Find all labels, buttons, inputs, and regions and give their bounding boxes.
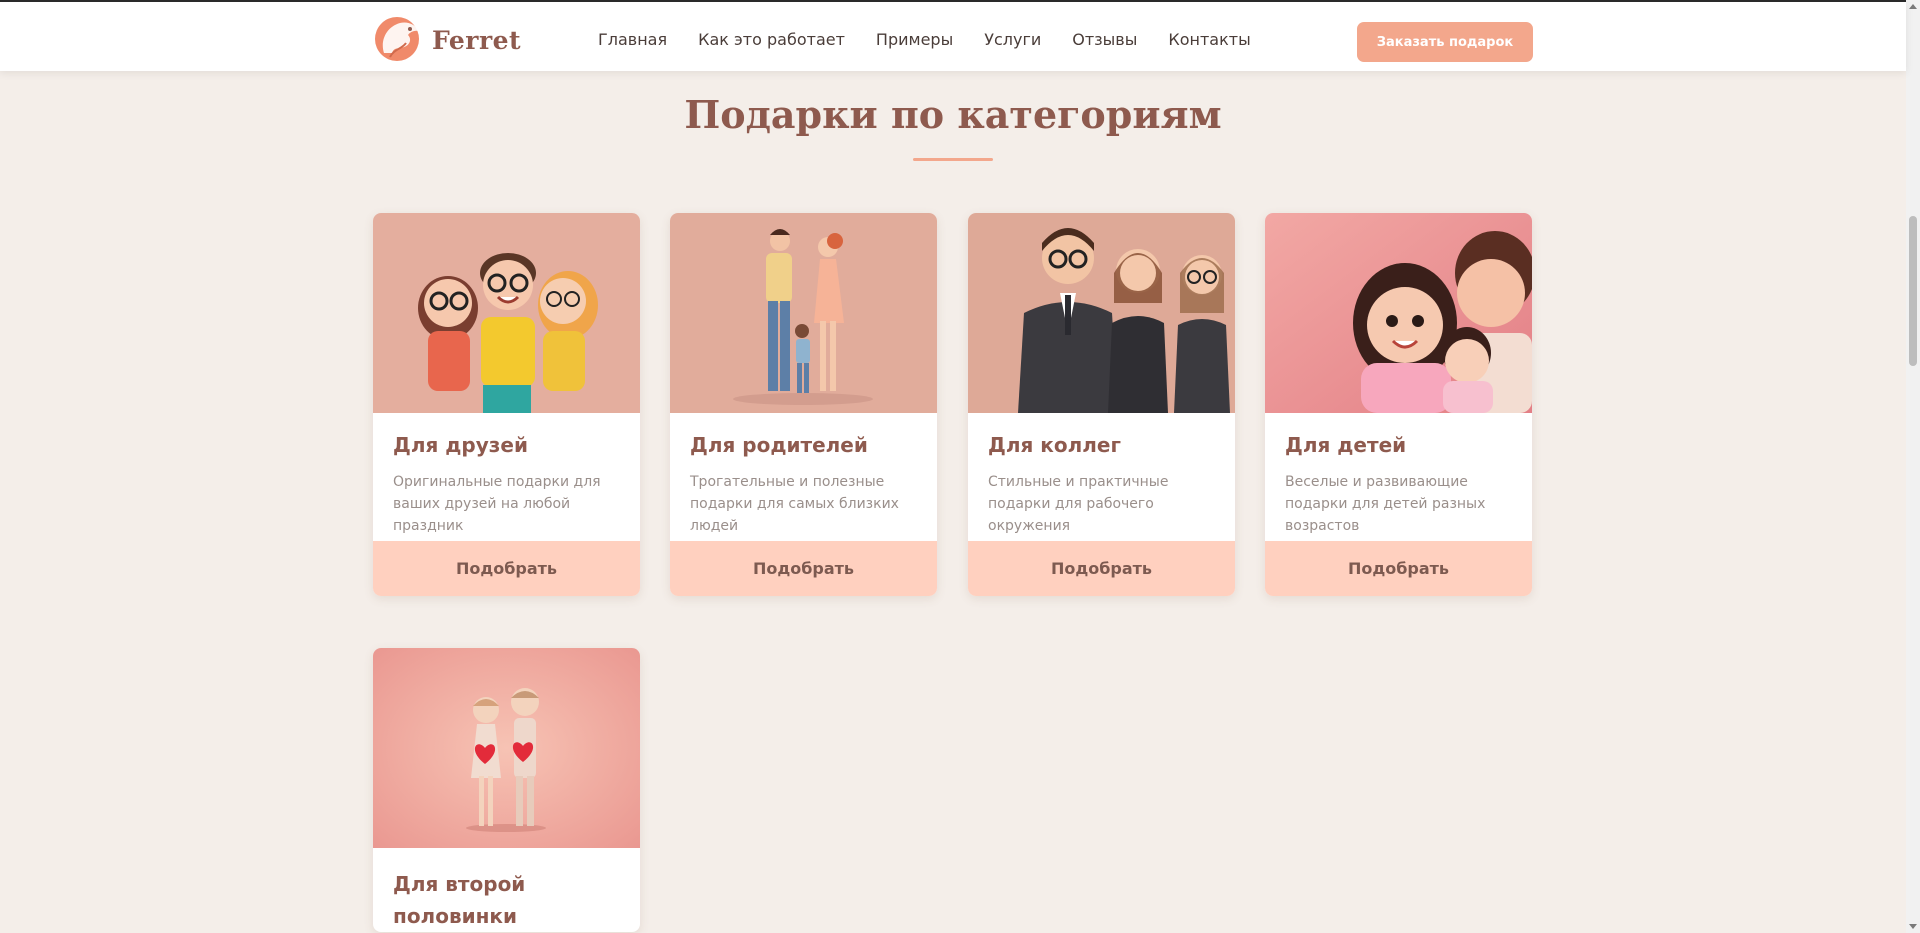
logo[interactable]: Ferret: [372, 13, 521, 67]
pick-button-colleagues[interactable]: Подобрать: [968, 541, 1235, 596]
nav-item-reviews[interactable]: Отзывы: [1072, 30, 1137, 49]
nav-item-contacts[interactable]: Контакты: [1168, 30, 1250, 49]
card-title: Для друзей: [393, 433, 528, 457]
section-title: Подарки по категориям: [684, 92, 1222, 137]
category-card-colleagues: Для коллег Стильные и практичные подарки…: [968, 213, 1235, 596]
nav-item-examples[interactable]: Примеры: [876, 30, 953, 49]
nav-item-home[interactable]: Главная: [598, 30, 667, 49]
main-nav: Главная Как это работает Примеры Услуги …: [598, 30, 1282, 49]
scroll-down-arrow-icon[interactable]: [1909, 924, 1917, 929]
pick-button-kids[interactable]: Подобрать: [1265, 541, 1532, 596]
page-scrollbar[interactable]: [1906, 0, 1920, 933]
category-card-parents: Для родителей Трогательные и полезные по…: [670, 213, 937, 596]
scroll-up-arrow-icon[interactable]: [1909, 4, 1917, 9]
site-header: Ferret Главная Как это работает Примеры …: [0, 2, 1906, 71]
nav-item-services[interactable]: Услуги: [984, 30, 1041, 49]
colleagues-illustration: [968, 213, 1235, 413]
card-description: Веселые и развивающие подарки для детей …: [1285, 474, 1486, 534]
parents-illustration: [670, 213, 937, 413]
card-title: Для детей: [1285, 433, 1407, 457]
card-title: Для родителей: [690, 433, 868, 457]
category-card-kids: Для детей Веселые и развивающие подарки …: [1265, 213, 1532, 596]
nav-item-how-it-works[interactable]: Как это работает: [698, 30, 845, 49]
ferret-logo-icon: [372, 13, 424, 67]
card-title: Для второй половинки: [393, 872, 526, 928]
order-gift-button[interactable]: Заказать подарок: [1357, 22, 1533, 62]
card-description: Оригинальные подарки для ваших друзей на…: [393, 474, 601, 534]
brand-name: Ferret: [432, 25, 522, 55]
title-underline: [913, 158, 993, 161]
category-card-couple: Для второй половинки: [373, 648, 640, 932]
scroll-thumb[interactable]: [1909, 216, 1917, 366]
card-description: Трогательные и полезные подарки для самы…: [690, 474, 899, 534]
card-title: Для коллег: [988, 433, 1121, 457]
pick-button-parents[interactable]: Подобрать: [670, 541, 937, 596]
card-description: Стильные и практичные подарки для рабоче…: [988, 474, 1169, 534]
kids-illustration: [1265, 213, 1532, 413]
friends-illustration: [373, 213, 640, 413]
category-card-friends: Для друзей Оригинальные подарки для ваши…: [373, 213, 640, 596]
couple-illustration: [373, 648, 640, 848]
pick-button-friends[interactable]: Подобрать: [373, 541, 640, 596]
